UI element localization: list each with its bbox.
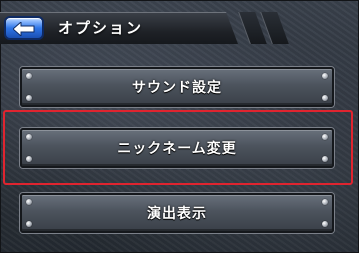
back-arrow-icon [13, 22, 35, 36]
rivet [322, 199, 328, 205]
effect-display-label: 演出表示 [147, 206, 207, 222]
rivet [322, 221, 328, 227]
change-nickname-button[interactable]: ニックネーム変更 [20, 128, 334, 168]
rivet [26, 199, 32, 205]
change-nickname-label: ニックネーム変更 [117, 141, 237, 157]
rivet [322, 73, 328, 79]
rivet [26, 156, 32, 162]
rivet [26, 95, 32, 101]
sound-settings-label: サウンド設定 [132, 80, 222, 96]
rivet [26, 221, 32, 227]
rivet [322, 156, 328, 162]
rivet [26, 73, 32, 79]
sound-settings-button[interactable]: サウンド設定 [20, 67, 334, 107]
rivet [322, 95, 328, 101]
header-bar: オプション [0, 12, 359, 44]
back-button[interactable] [4, 16, 44, 40]
rivet [26, 134, 32, 140]
effect-display-button[interactable]: 演出表示 [20, 193, 334, 233]
page-title: オプション [58, 19, 144, 37]
rivet [322, 134, 328, 140]
